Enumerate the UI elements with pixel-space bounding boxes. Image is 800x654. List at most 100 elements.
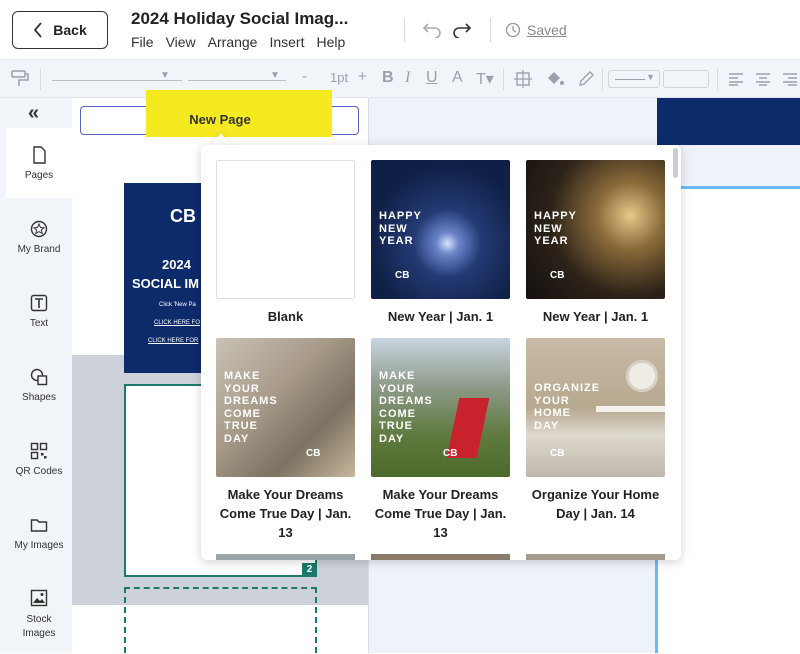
increase-size-button[interactable]: + [358,68,367,85]
template-overlay-text: ORGANIZE YOUR HOME DAY [534,382,601,432]
template-overlay-text: MAKE YOUR DREAMS COME TRUE DAY [379,370,433,445]
sidebar-item-qr-codes[interactable]: QR Codes [6,424,72,494]
top-bar: Back 2024 Holiday Social Imag... File Vi… [0,0,800,60]
template-thumbnail: MAKE YOUR DREAMS COME TRUE DAY CB [216,338,355,477]
sidebar-item-label: Stock Images [22,614,56,639]
chevron-left-icon [34,22,42,38]
italic-icon[interactable]: I [405,69,410,87]
sidebar-item-my-images[interactable]: My Images [6,498,72,568]
menu-bar: File View Arrange Insert Help [131,34,345,50]
wall-decor-shape [626,360,658,392]
undo-icon[interactable] [422,22,442,38]
underline-icon[interactable]: U [426,69,438,87]
pen-icon[interactable] [577,70,595,88]
sidebar-item-stock-images[interactable]: Stock Images [6,576,72,654]
template-caption: Make Your Dreams Come True Day | Jan. 13 [374,487,507,540]
fill-color-icon[interactable] [545,70,565,88]
chevron-down-icon: ▼ [646,72,655,82]
divider [490,18,491,42]
text-color-icon[interactable]: A [452,69,463,87]
template-partial[interactable] [371,554,510,560]
qr-icon [30,442,48,459]
align-center-icon[interactable] [755,72,771,86]
bold-icon[interactable]: B [382,69,394,87]
sidebar-item-shapes[interactable]: Shapes [6,350,72,420]
paint-roller-icon[interactable] [10,69,30,89]
template-overlay-text: HAPPY NEW YEAR [379,210,422,247]
template-thumbnail: HAPPY NEW YEAR CB [526,160,665,299]
template-overlay-text: HAPPY NEW YEAR [534,210,577,247]
brand-logo-icon: CB [306,448,321,459]
sidebar-item-label: Pages [24,169,54,181]
template-dreams-come-true-2[interactable]: MAKE YOUR DREAMS COME TRUE DAY CB Make Y… [371,338,510,542]
chevron-down-icon: ▼ [270,70,280,81]
template-thumbnail: HAPPY NEW YEAR CB [371,160,510,299]
sidebar-item-text[interactable]: Text [6,276,72,346]
page-icon [33,145,46,164]
template-thumbnail: ORGANIZE YOUR HOME DAY CB [526,338,665,477]
thumb-link-2: CLICK HERE FOR [148,338,199,344]
template-new-year-fireworks[interactable]: HAPPY NEW YEAR CB New Year | Jan. 1 [371,160,510,326]
redo-icon[interactable] [452,22,472,38]
template-picker-popup: Blank HAPPY NEW YEAR CB New Year | Jan. … [201,145,681,560]
template-blank[interactable]: Blank [216,160,355,326]
stroke-style-select[interactable]: ▼ [608,70,660,88]
popup-scrollbar[interactable] [673,148,678,178]
stroke-width-input[interactable] [663,70,709,88]
sidebar-item-my-brand[interactable]: My Brand [6,202,72,272]
canvas-page-header [657,98,800,145]
align-left-icon[interactable] [728,72,744,86]
sidebar-item-label: Text [29,317,49,329]
brand-logo-icon: CB [395,270,410,281]
collapse-sidebar-icon[interactable]: « [28,102,39,125]
format-toolbar: ▼ ▼ - 1pt + B I U A T▾ ▼ [0,60,800,98]
divider [717,68,718,90]
menu-arrange[interactable]: Arrange [208,34,258,50]
template-caption: New Year | Jan. 1 [542,309,649,324]
template-caption: Make Your Dreams Come True Day | Jan. 13 [219,487,352,540]
add-page-placeholder[interactable] [124,587,317,653]
sidebar-item-label: Shapes [22,391,56,403]
template-thumbnail [216,160,355,299]
chevron-down-icon: ▼ [160,70,170,81]
font-size-input[interactable]: 1pt [330,70,348,85]
thumb-link-1: CLICK HERE FO [154,320,201,326]
thumb-title-line-2: SOCIAL IM [132,276,199,291]
clock-icon [505,22,521,38]
back-button[interactable]: Back [12,11,108,49]
template-thumbnail: MAKE YOUR DREAMS COME TRUE DAY CB [371,338,510,477]
divider [602,68,603,90]
divider [503,68,504,90]
new-page-label[interactable]: New Page [146,112,294,127]
menu-help[interactable]: Help [316,34,345,50]
template-dreams-come-true-1[interactable]: MAKE YOUR DREAMS COME TRUE DAY CB Make Y… [216,338,355,542]
left-sidebar: « Pages My Brand Text Shapes QR Codes My… [0,98,72,653]
sidebar-item-pages[interactable]: Pages [6,128,72,198]
menu-view[interactable]: View [166,34,196,50]
shapes-icon [30,368,48,385]
template-caption: Blank [267,309,304,324]
brand-logo-icon: CB [550,270,565,281]
menu-file[interactable]: File [131,34,154,50]
template-partial[interactable] [216,554,355,560]
badge-icon [30,220,48,237]
sidebar-item-label: My Images [14,539,64,551]
position-icon[interactable] [514,70,532,88]
template-partial[interactable] [526,554,665,560]
template-organize-home[interactable]: ORGANIZE YOUR HOME DAY CB Organize Your … [526,338,665,523]
text-transform-icon[interactable]: T▾ [476,69,494,89]
saved-status[interactable]: Saved [505,22,567,38]
thumb-title-line-1: 2024 [162,257,191,272]
align-right-icon[interactable] [782,72,798,86]
menu-insert[interactable]: Insert [269,34,304,50]
saved-label: Saved [527,22,567,38]
shelf-shape [596,406,665,412]
text-icon [30,294,48,311]
brand-logo-icon: CB [550,448,565,459]
document-title[interactable]: 2024 Holiday Social Imag... [131,9,348,29]
decrease-size-button[interactable]: - [302,68,307,85]
folder-icon [30,518,48,532]
thumb-subtitle: Click 'New Pa [159,302,196,308]
template-caption: New Year | Jan. 1 [387,309,494,324]
template-new-year-champagne[interactable]: HAPPY NEW YEAR CB New Year | Jan. 1 [526,160,665,326]
